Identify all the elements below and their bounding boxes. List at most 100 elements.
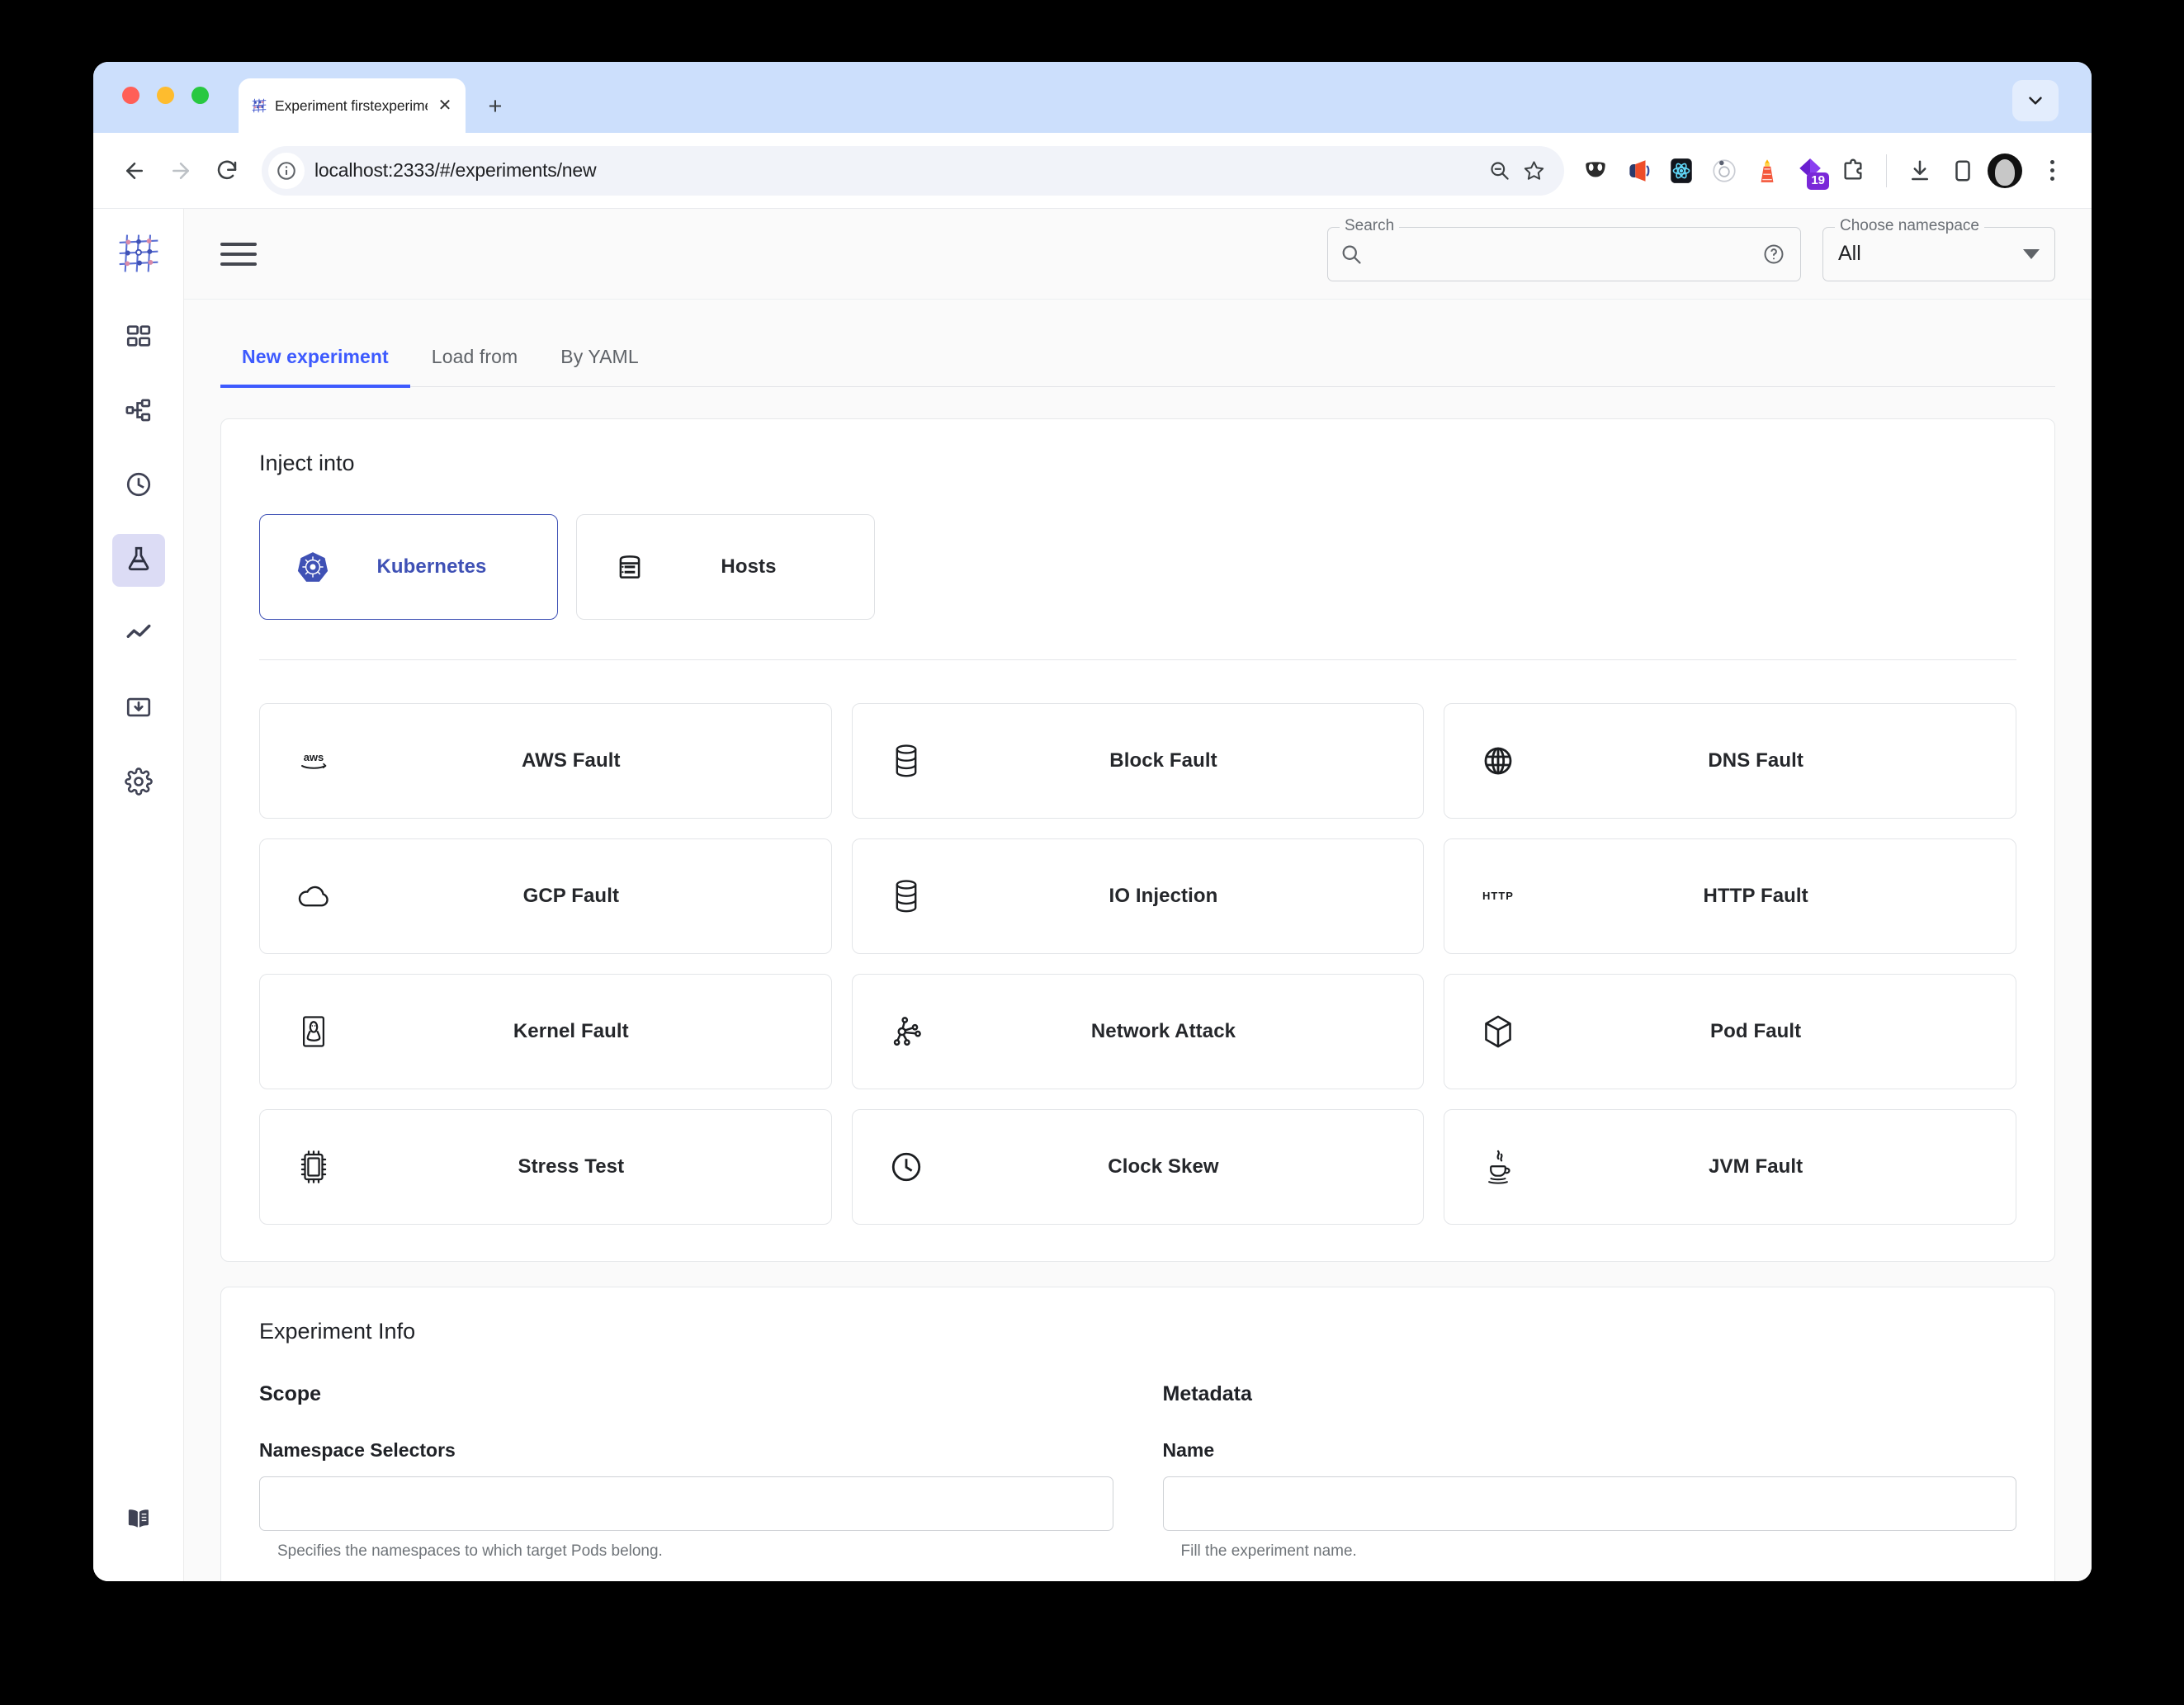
react-devtools-icon[interactable] <box>1663 153 1699 189</box>
page-viewport: Search Choose namespace All New experime… <box>93 209 2092 1581</box>
line-chart-icon <box>125 619 153 651</box>
chaos-mesh-logo-icon[interactable] <box>112 227 165 280</box>
app-content: New experiment Load from By YAML Inject … <box>184 300 2092 1581</box>
experiment-info-grid: Scope Namespace Selectors Specifies the … <box>259 1382 2016 1581</box>
cpu-chip-icon <box>288 1150 339 1184</box>
extension-badge-count: 19 <box>1807 172 1829 190</box>
target-card-hosts[interactable]: Hosts <box>576 514 875 620</box>
inject-into-card: Inject into Kubernetes Hosts aws AWS Fau… <box>220 418 2055 1262</box>
kernel-penguin-icon <box>288 1014 339 1049</box>
sidebar-item-workflows[interactable] <box>112 385 165 438</box>
orbit-extension-icon[interactable] <box>1706 153 1742 189</box>
namespace-select[interactable]: Choose namespace All <box>1822 217 2055 281</box>
profile-avatar[interactable] <box>1988 153 2022 188</box>
fault-card-http-fault[interactable]: HTTP HTTP Fault <box>1444 838 2016 954</box>
sidebar-item-archives[interactable] <box>112 682 165 735</box>
kebab-menu-icon[interactable] <box>2034 153 2070 189</box>
fault-card-network-attack[interactable]: Network Attack <box>851 974 1425 1089</box>
megaphone-extension-icon[interactable] <box>1620 153 1657 189</box>
site-info-icon[interactable] <box>268 152 305 189</box>
close-window-button[interactable] <box>122 87 139 104</box>
chevron-down-icon[interactable] <box>2012 80 2059 121</box>
experiment-name-input[interactable] <box>1162 1476 2016 1531</box>
namespace-value: All <box>1838 242 1861 265</box>
search-input[interactable]: Search <box>1327 217 1801 281</box>
star-icon[interactable] <box>1516 153 1551 188</box>
side-panel-icon[interactable] <box>1945 153 1981 189</box>
java-coffee-icon <box>1473 1149 1524 1185</box>
fault-card-stress-test[interactable]: Stress Test <box>259 1109 832 1225</box>
minimize-window-button[interactable] <box>157 87 174 104</box>
browser-tab-title: Experiment firstexperiment | C <box>275 97 428 114</box>
browser-tabstrip: Experiment firstexperiment | C ✕ + <box>93 62 2092 133</box>
caret-down-icon[interactable] <box>2023 246 2040 262</box>
pod-cube-icon <box>1473 1014 1524 1049</box>
namespace-label: Choose namespace <box>1835 217 1984 234</box>
forward-arrow-icon[interactable] <box>158 148 204 194</box>
fault-card-io-injection[interactable]: IO Injection <box>851 838 1425 954</box>
card-divider <box>259 659 2016 660</box>
puzzle-extensions-icon[interactable] <box>1835 153 1871 189</box>
database-stack-icon <box>881 744 932 778</box>
fault-card-aws-fault[interactable]: aws AWS Fault <box>259 703 832 819</box>
sidebar-item-dashboard[interactable] <box>112 311 165 364</box>
app-header: Search Choose namespace All <box>184 209 2092 300</box>
fault-label-clock-skew: Clock Skew <box>1108 1155 1219 1178</box>
target-card-kubernetes[interactable]: Kubernetes <box>259 514 558 620</box>
download-icon[interactable] <box>1902 153 1938 189</box>
metadata-heading: Metadata <box>1162 1382 1252 1405</box>
search-label: Search <box>1340 217 1400 234</box>
fault-label-block-fault: Block Fault <box>1109 749 1217 772</box>
tab-load-from[interactable]: Load from <box>410 328 539 387</box>
fault-label-gcp-fault: GCP Fault <box>522 885 620 907</box>
clock-icon <box>125 470 153 503</box>
fault-type-grid: aws AWS Fault Block Fault DNS Fault GCP … <box>259 703 2016 1225</box>
sidebar-item-settings[interactable] <box>112 757 165 810</box>
inject-into-title: Inject into <box>259 451 355 475</box>
address-bar[interactable]: localhost:2333/#/experiments/new <box>262 145 1564 196</box>
tab-new-experiment[interactable]: New experiment <box>220 328 410 388</box>
namespace-selectors-input[interactable] <box>259 1476 1113 1531</box>
dashboard-grid-icon <box>125 322 153 354</box>
browser-tab[interactable]: Experiment firstexperiment | C ✕ <box>239 78 466 133</box>
fault-card-kernel-fault[interactable]: Kernel Fault <box>259 974 832 1089</box>
maximize-window-button[interactable] <box>191 87 209 104</box>
search-text-field[interactable] <box>1371 243 1754 265</box>
close-icon[interactable]: ✕ <box>434 95 456 116</box>
network-nodes-icon <box>881 1014 932 1049</box>
fault-label-io-injection: IO Injection <box>1109 885 1218 907</box>
gear-icon <box>124 767 153 800</box>
metadata-column: Metadata Name Fill the experiment name. <box>1162 1382 2016 1581</box>
purple-badge-extension-icon[interactable]: 19 <box>1792 153 1829 190</box>
browser-toolbar: localhost:2333/#/experiments/new 19 <box>93 133 2092 209</box>
help-circle-icon[interactable] <box>1762 243 1785 266</box>
tab-by-yaml[interactable]: By YAML <box>539 328 659 387</box>
svg-text:HTTP: HTTP <box>1482 890 1514 902</box>
back-arrow-icon[interactable] <box>111 148 158 194</box>
fault-card-jvm-fault[interactable]: JVM Fault <box>1444 1109 2016 1225</box>
cloud-icon <box>288 882 339 910</box>
mask-extension-icon[interactable] <box>1577 153 1614 189</box>
clock-icon <box>881 1150 932 1184</box>
fault-card-clock-skew[interactable]: Clock Skew <box>851 1109 1425 1225</box>
zoom-out-icon[interactable] <box>1482 153 1516 188</box>
new-tab-button[interactable]: + <box>477 88 513 125</box>
fault-label-jvm-fault: JVM Fault <box>1709 1155 1803 1178</box>
hamburger-menu-icon[interactable] <box>220 239 257 269</box>
scope-heading: Scope <box>259 1382 322 1405</box>
fault-card-pod-fault[interactable]: Pod Fault <box>1444 974 2016 1089</box>
sidebar-bottom <box>93 1494 183 1547</box>
sidebar-item-events[interactable] <box>112 608 165 661</box>
sidebar-item-experiments[interactable] <box>111 534 165 587</box>
fault-card-gcp-fault[interactable]: GCP Fault <box>259 838 832 954</box>
fault-card-block-fault[interactable]: Block Fault <box>851 703 1425 819</box>
archive-box-icon <box>125 693 153 725</box>
sidebar-item-docs[interactable] <box>112 1494 165 1547</box>
fault-label-aws-fault: AWS Fault <box>522 749 621 772</box>
sidebar-item-schedules[interactable] <box>112 460 165 512</box>
fault-card-dns-fault[interactable]: DNS Fault <box>1444 703 2016 819</box>
reload-icon[interactable] <box>204 148 250 194</box>
chaos-mesh-logo-icon <box>250 97 268 115</box>
app-sidebar <box>93 209 184 1581</box>
lighthouse-extension-icon[interactable] <box>1749 153 1785 189</box>
